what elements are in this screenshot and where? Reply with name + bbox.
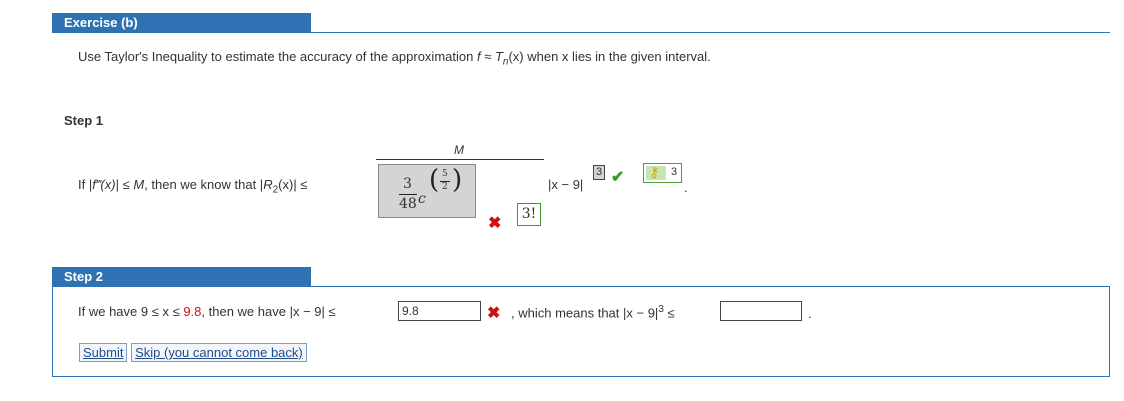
exponent-open-paren: ( [429,165,440,195]
incorrect-x-icon: ✖ [488,215,502,232]
exercise-title: Exercise (b) [64,15,138,30]
exponent-close-paren: ) [452,165,463,195]
denominator-factorial-answer[interactable]: 3! [517,203,541,226]
step2-statement: If we have 9 ≤ x ≤ 9.8, then we have |x … [78,304,336,319]
exercise-header-line [52,32,1110,33]
step1-label: Step 1 [64,113,104,128]
step1-period: . [684,180,688,195]
step2-buttons: Submit Skip (you cannot come back) [79,343,307,362]
step1-statement: If |f‴(x)| ≤ M, then we know that |R2(x)… [78,177,308,196]
answer-key-box[interactable]: ⚷ 3 [643,163,682,183]
step2-label: Step 2 [64,269,104,284]
step2-header-tab: Step 2 [52,267,311,287]
coef-c: c [418,191,426,207]
exponent-numerator: 5 [442,169,448,179]
step2-frame [52,286,1110,377]
denominator-coefficient-answer[interactable]: 3 48 c ( 5 2 ) [378,164,476,218]
skip-button[interactable]: Skip (you cannot come back) [131,343,307,362]
exercise-header-tab: Exercise (b) [52,13,311,33]
power-answer-box[interactable]: 3 [593,165,605,180]
coef-bar [399,194,417,195]
key-icon: ⚷ [646,164,666,180]
coef-numerator: 3 [403,176,412,192]
step2-period: . [808,306,812,321]
fraction-numerator-M: M [454,143,464,157]
correct-check-icon: ✔ [611,169,625,186]
fraction-bar [376,159,544,160]
bound-input[interactable]: 9.8 [398,301,481,321]
submit-button[interactable]: Submit [79,343,128,362]
coef-denominator: 48 [399,196,417,212]
exponent-denominator: 2 [442,182,448,192]
instruction-text: Use Taylor's Inequality to estimate the … [78,49,711,68]
key-value: 3 [671,166,678,178]
cubed-bound-input[interactable] [720,301,802,321]
step2-means-text: , which means that |x − 9|3 ≤ [511,304,675,321]
bound-incorrect-x-icon: ✖ [487,305,501,322]
abs-expression: |x − 9| [548,177,584,192]
